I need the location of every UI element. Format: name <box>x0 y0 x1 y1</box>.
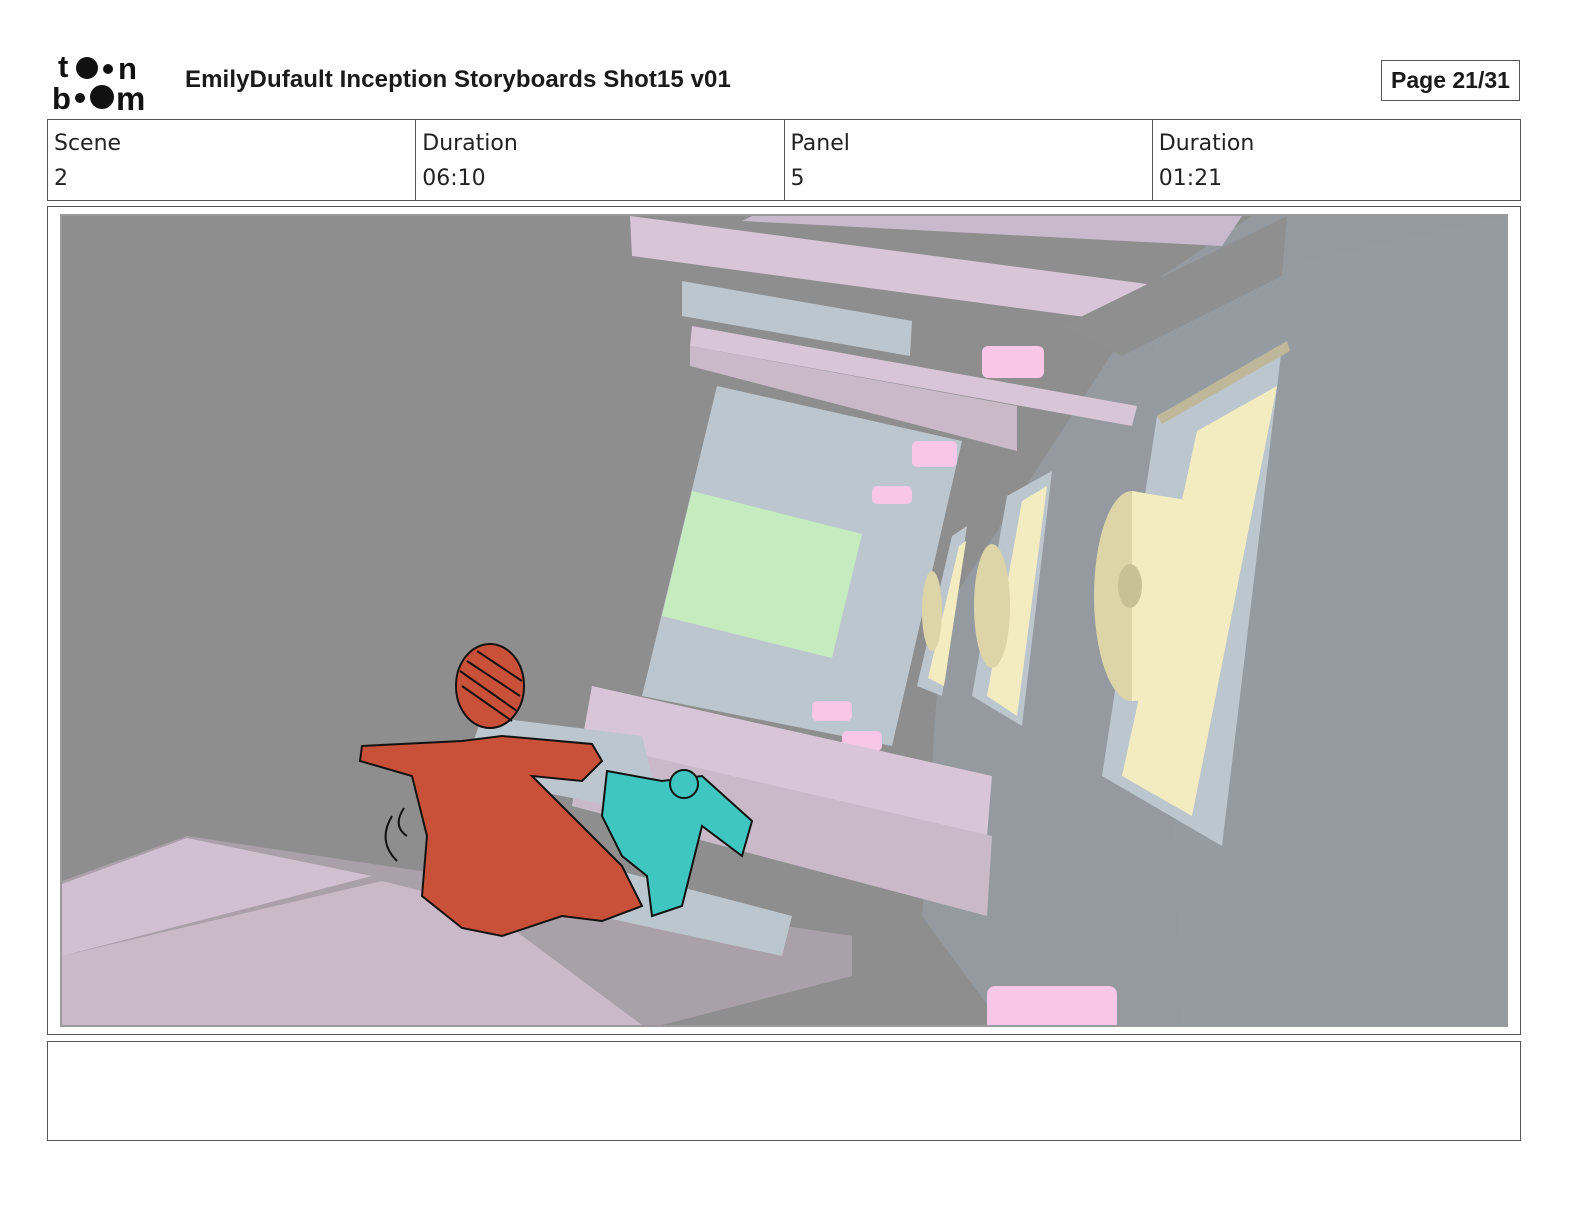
scene-cell: Scene 2 <box>48 120 415 200</box>
panel-label: Panel <box>790 131 850 156</box>
panel-cell: Panel 5 <box>783 120 1152 200</box>
scene-duration-label: Duration <box>422 131 518 156</box>
panel-illustration <box>62 216 1506 1025</box>
panel-duration-label: Duration <box>1158 131 1255 156</box>
scene-value: 2 <box>54 166 68 191</box>
scene-label: Scene <box>54 131 122 156</box>
scene-duration-cell: Duration 06:10 <box>415 120 783 200</box>
scene-info-table: Scene 2 Duration 06:10 Panel 5 Duration … <box>47 119 1521 201</box>
svg-text:b: b <box>52 81 71 112</box>
panel-value: 5 <box>790 166 805 191</box>
document-title: EmilyDufault Inception Storyboards Shot1… <box>185 66 731 93</box>
svg-text:t: t <box>58 52 68 84</box>
storyboard-panel-image <box>60 214 1508 1027</box>
panel-notes-box[interactable] <box>47 1041 1521 1141</box>
panel-duration-value: 01:21 <box>1158 166 1223 191</box>
page-indicator: Page 21/31 <box>1381 60 1520 101</box>
scene-duration-value: 06:10 <box>422 166 486 191</box>
svg-text:m: m <box>116 80 145 112</box>
panel-duration-cell: Duration 01:21 <box>1151 120 1520 200</box>
panel-frame <box>47 206 1521 1035</box>
toon-boom-logo: t n b m <box>52 52 145 112</box>
